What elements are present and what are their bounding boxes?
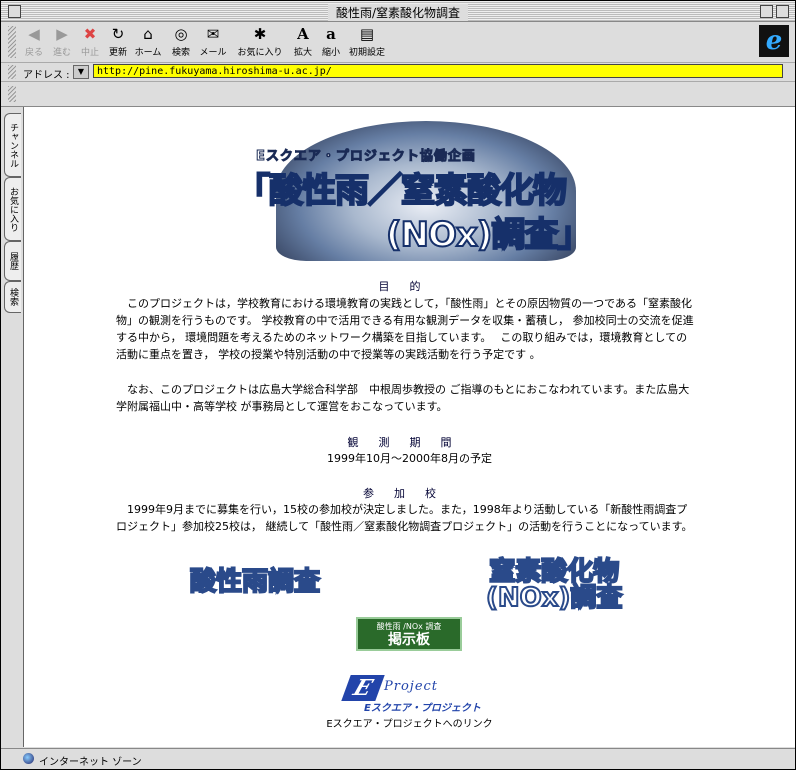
banner-title-line1: 「酸性雨／窒素酸化物	[235, 170, 568, 212]
address-bar-grip[interactable]	[8, 65, 16, 79]
tab-favorites[interactable]: お気に入り	[4, 177, 21, 241]
nox-link-line2: (NOx)調査	[485, 583, 623, 613]
purpose-paragraph-2: なお、このプロジェクトは広島大学総合科学部 中根周歩教授の ご指導のもとにおこな…	[116, 383, 690, 413]
toolbar: ◀ 戻る ▶ 進む ✖ 中止 ↻ 更新 ⌂ ホーム ◎ 検索 ✉ メール ✱ お	[1, 22, 795, 63]
text-larger-icon: A	[297, 25, 309, 43]
links-bar-grip[interactable]	[8, 86, 16, 102]
text-smaller-icon: a	[326, 25, 336, 43]
close-box[interactable]	[8, 5, 21, 18]
e-square-logo-text: Eスクエア・プロジェクト	[364, 703, 481, 714]
e-square-link-caption[interactable]: Eスクエア・プロジェクトへのリンク	[24, 715, 795, 730]
forward-icon: ▶	[56, 25, 68, 43]
e-square-logo-project: Project	[384, 679, 439, 694]
project-banner: Eスクエア・プロジェクト協働企画 「酸性雨／窒素酸化物 (NOx)調査」	[235, 121, 592, 261]
refresh-icon: ↻	[111, 25, 125, 43]
collapse-box[interactable]	[776, 5, 789, 18]
status-bar: インターネット ゾーン	[1, 748, 795, 769]
mail-icon: ✉	[206, 25, 220, 43]
address-dropdown-button[interactable]: ▼	[73, 65, 89, 79]
forward-button[interactable]: ▶ 進む	[49, 25, 75, 58]
favorites-icon: ✱	[253, 25, 267, 43]
status-text: インターネット ゾーン	[39, 757, 142, 768]
tab-search[interactable]: 検索	[4, 281, 21, 313]
toolbar-grip[interactable]	[8, 26, 16, 58]
mail-button[interactable]: ✉ メール	[197, 25, 229, 58]
banner-title-line2: (NOx)調査」	[385, 214, 592, 256]
period-heading: 観測期間	[347, 436, 472, 449]
links-bar	[1, 82, 795, 107]
explorer-bar-tabs: チャンネル お気に入り 履歴 検索	[1, 107, 24, 747]
banner-subtitle: Eスクエア・プロジェクト協働企画	[256, 149, 476, 165]
page-content: Eスクエア・プロジェクト協働企画 「酸性雨／窒素酸化物 (NOx)調査」 目的 …	[24, 107, 795, 747]
tab-channels[interactable]: チャンネル	[4, 113, 21, 177]
home-icon: ⌂	[143, 25, 153, 43]
schools-paragraph: 1999年9月までに募集を行い，15校の参加校が決定しました。また，1998年よ…	[116, 503, 693, 533]
acid-rain-survey-link[interactable]: 酸性雨調査	[189, 568, 321, 596]
address-bar: アドレス : ▼ http://pine.fukuyama.hiroshima-…	[1, 63, 795, 82]
e-square-logo-mark: E	[341, 675, 385, 701]
home-button[interactable]: ⌂ ホーム	[133, 25, 163, 58]
preferences-button[interactable]: ▤ 初期設定	[347, 25, 387, 58]
tab-history[interactable]: 履歴	[4, 241, 21, 281]
zoom-box[interactable]	[760, 5, 773, 18]
stop-button[interactable]: ✖ 中止	[77, 25, 103, 58]
nox-survey-link[interactable]: 窒素酸化物 (NOx)調査	[485, 558, 623, 613]
search-icon: ◎	[174, 25, 188, 43]
search-button[interactable]: ◎ 検索	[167, 25, 195, 58]
address-input[interactable]: http://pine.fukuyama.hiroshima-u.ac.jp/	[93, 64, 783, 78]
internet-zone-icon	[23, 753, 34, 764]
ie-logo-icon: e	[759, 25, 789, 57]
board-label-top: 酸性雨 /NOx 調査	[376, 622, 442, 631]
board-label-bottom: 掲示板	[388, 632, 430, 648]
zoom-in-button[interactable]: A 拡大	[291, 25, 315, 58]
refresh-button[interactable]: ↻ 更新	[105, 25, 131, 58]
purpose-heading: 目的	[378, 280, 441, 293]
preferences-icon: ▤	[359, 25, 375, 43]
schools-heading: 参加校	[363, 487, 456, 500]
favorites-button[interactable]: ✱ お気に入り	[235, 25, 285, 58]
stop-icon: ✖	[83, 25, 97, 43]
purpose-paragraph-1: このプロジェクトは，学校教育における環境教育の実践として，「酸性雨」とその原因物…	[116, 297, 694, 361]
zoom-out-button[interactable]: a 縮小	[319, 25, 343, 58]
title-bar[interactable]: 酸性雨/窒素酸化物調査	[1, 1, 795, 22]
address-label: アドレス :	[23, 70, 70, 81]
browser-window: 酸性雨/窒素酸化物調査 ◀ 戻る ▶ 進む ✖ 中止 ↻ 更新 ⌂ ホーム ◎ …	[0, 0, 796, 770]
bulletin-board-link[interactable]: 酸性雨 /NOx 調査 掲示板	[356, 617, 462, 651]
back-icon: ◀	[28, 25, 40, 43]
e-square-project-logo[interactable]: E Project Eスクエア・プロジェクト	[341, 673, 482, 714]
period-text: 1999年10月〜2000年8月の予定	[327, 452, 492, 465]
window-title: 酸性雨/窒素酸化物調査	[327, 4, 469, 21]
back-button[interactable]: ◀ 戻る	[21, 25, 47, 58]
